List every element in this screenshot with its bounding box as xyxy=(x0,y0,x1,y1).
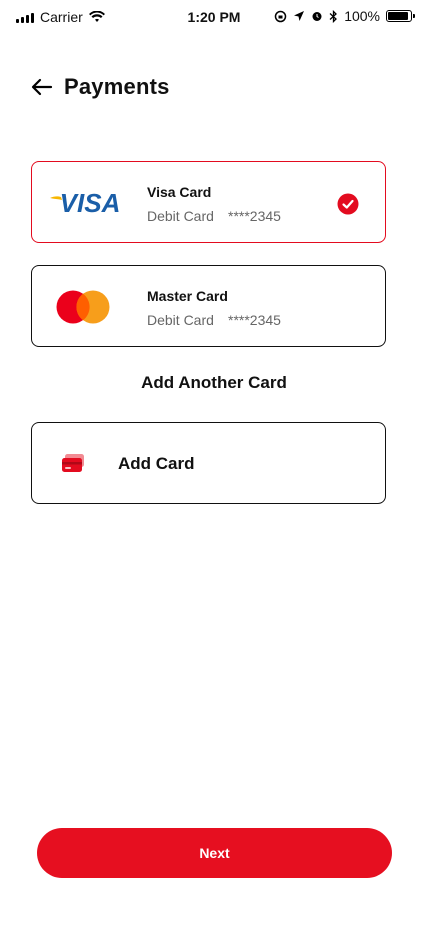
status-bar: Carrier 1:20 PM 100% xyxy=(0,0,428,34)
card-number: ****2345 xyxy=(228,208,281,224)
alarm-icon xyxy=(312,12,322,21)
battery-icon xyxy=(386,10,415,22)
mastercard-logo-icon xyxy=(56,290,110,324)
battery-fill xyxy=(388,12,408,20)
card-number: ****2345 xyxy=(228,312,281,328)
add-card-label: Add Card xyxy=(118,454,195,473)
arrow-left-icon[interactable] xyxy=(30,75,54,99)
bluetooth-icon xyxy=(329,9,338,23)
card-name: Visa Card xyxy=(147,184,212,200)
rotation-lock-icon xyxy=(274,10,287,22)
next-button[interactable]: Next xyxy=(37,828,392,878)
payment-card-visa[interactable]: VISA Visa Card Debit Card ****2345 xyxy=(31,161,386,243)
payment-card-mastercard[interactable]: Master Card Debit Card ****2345 xyxy=(31,265,386,347)
status-right: 100% xyxy=(274,8,415,24)
battery-percent: 100% xyxy=(344,8,380,24)
card-type: Debit Card xyxy=(147,208,214,224)
page-title: Payments xyxy=(64,74,170,99)
check-circle-icon xyxy=(337,193,359,215)
card-name: Master Card xyxy=(147,288,228,304)
page-header: Payments xyxy=(30,74,170,100)
credit-card-icon xyxy=(62,454,84,472)
visa-logo-icon: VISA xyxy=(50,188,121,218)
visa-logo-text: VISA xyxy=(60,188,121,218)
location-icon xyxy=(294,11,305,21)
add-another-card-title: Add Another Card xyxy=(141,373,287,392)
payments-screen: Carrier 1:20 PM 100% Payments VISA Visa … xyxy=(0,0,428,926)
add-card-button[interactable]: Add Card xyxy=(31,422,386,504)
card-type: Debit Card xyxy=(147,312,214,328)
